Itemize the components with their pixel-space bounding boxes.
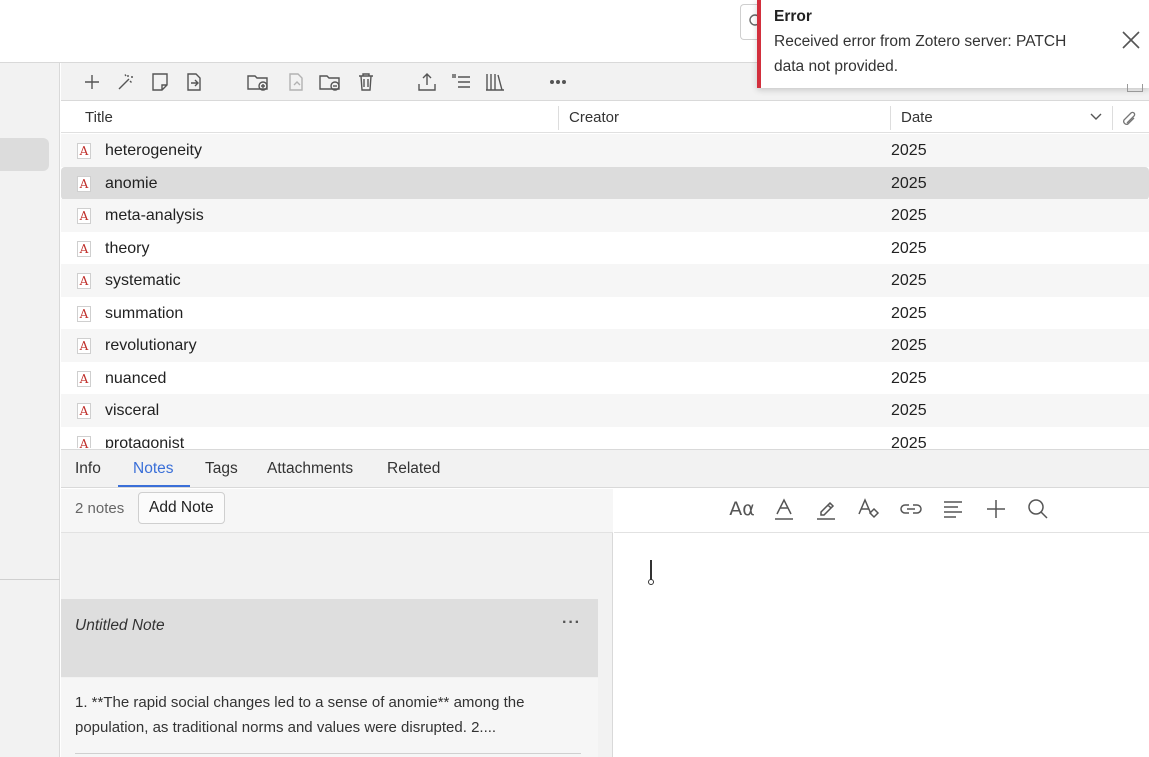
highlight-icon[interactable] — [811, 496, 841, 522]
pdf-icon: A — [77, 240, 91, 257]
add-note-button[interactable]: Add Note — [138, 492, 225, 524]
new-note-icon[interactable] — [147, 69, 173, 95]
item-title: revolutionary — [105, 337, 197, 354]
item-date: 2025 — [891, 142, 927, 159]
tab-attachments[interactable]: Attachments — [267, 460, 353, 478]
insert-icon[interactable] — [981, 496, 1011, 522]
column-title[interactable]: Title — [85, 109, 113, 126]
item-title: anomie — [105, 174, 158, 192]
item-title: theory — [105, 239, 150, 257]
sort-list-icon[interactable] — [448, 69, 474, 95]
sidebar-divider — [0, 579, 60, 580]
table-row[interactable]: Avisceral 2025 — [61, 394, 1149, 427]
text-format-icon[interactable]: Aα — [727, 496, 757, 522]
pdf-icon: A — [77, 403, 91, 419]
more-icon[interactable] — [545, 69, 571, 95]
clear-formatting-icon[interactable] — [853, 496, 883, 522]
attachment-column-icon[interactable] — [1122, 110, 1138, 128]
link-icon[interactable] — [896, 496, 926, 522]
tab-related[interactable]: Related — [387, 460, 440, 478]
error-message: Received error from Zotero server: PATCH… — [774, 33, 1067, 75]
active-tab-indicator — [118, 485, 190, 487]
find-icon[interactable] — [1023, 496, 1053, 522]
table-row[interactable]: Ameta-analysis 2025 — [61, 199, 1149, 232]
pdf-icon: A — [77, 338, 91, 354]
notes-count: 2 notes — [75, 500, 125, 517]
item-date: 2025 — [891, 434, 927, 449]
item-title: meta-analysis — [105, 207, 204, 224]
chevron-down-icon[interactable] — [1090, 113, 1102, 121]
note-more-icon[interactable]: ··· — [562, 614, 581, 632]
column-resize-handle[interactable] — [1112, 106, 1113, 130]
new-saved-search-icon — [283, 69, 309, 95]
trash-icon[interactable] — [353, 69, 379, 95]
item-date: 2025 — [891, 239, 927, 257]
library-icon[interactable] — [482, 69, 508, 95]
export-icon[interactable] — [414, 69, 440, 95]
note-preview-text: 1. **The rapid social changes led to a s… — [75, 694, 525, 736]
pdf-icon: A — [77, 435, 91, 448]
note-title: Untitled Note — [75, 617, 165, 634]
item-pane-tabs: Info Notes Tags Attachments Related — [61, 449, 1149, 488]
pane-toggle[interactable] — [1127, 84, 1143, 92]
add-attachment-icon[interactable] — [181, 69, 207, 95]
item-date: 2025 — [891, 402, 927, 419]
new-item-icon[interactable] — [79, 69, 105, 95]
item-title: systematic — [105, 272, 181, 289]
item-date: 2025 — [891, 337, 927, 354]
sidebar-selected-collection[interactable] — [0, 138, 49, 171]
note-item-selected[interactable] — [61, 599, 598, 677]
tab-notes[interactable]: Notes — [133, 460, 174, 478]
column-creator[interactable]: Creator — [569, 109, 619, 126]
text-cursor-handle — [648, 579, 654, 585]
table-row[interactable]: Aprotagonist 2025 — [61, 427, 1149, 449]
column-resize-handle[interactable] — [890, 106, 891, 130]
note-divider — [75, 753, 581, 754]
pdf-icon: A — [77, 273, 91, 289]
tab-tags[interactable]: Tags — [205, 460, 238, 478]
table-row[interactable]: Asystematic 2025 — [61, 264, 1149, 297]
remove-from-collection-icon[interactable] — [317, 69, 343, 95]
column-date[interactable]: Date — [901, 109, 933, 126]
column-header: Title Creator Date — [61, 102, 1149, 133]
pdf-icon: A — [77, 175, 91, 192]
new-collection-icon[interactable] — [245, 69, 271, 95]
table-row[interactable]: Arevolutionary 2025 — [61, 329, 1149, 362]
column-resize-handle[interactable] — [558, 106, 559, 130]
item-title: visceral — [105, 402, 160, 419]
item-title: heterogeneity — [105, 142, 202, 159]
tab-info[interactable]: Info — [75, 460, 101, 478]
item-title: protagonist — [105, 434, 185, 449]
pdf-icon: A — [77, 370, 91, 387]
pdf-icon: A — [77, 208, 91, 224]
align-text-icon[interactable] — [938, 496, 968, 522]
pdf-icon: A — [77, 305, 91, 322]
item-date: 2025 — [891, 272, 927, 289]
item-title: nuanced — [105, 369, 167, 387]
pdf-icon: A — [77, 143, 91, 159]
item-date: 2025 — [891, 369, 927, 387]
item-title: summation — [105, 304, 184, 322]
close-icon[interactable] — [1120, 29, 1142, 51]
table-row[interactable]: Asummation 2025 — [61, 297, 1149, 330]
error-title: Error — [774, 8, 812, 25]
table-row[interactable]: Aanomie 2025 — [61, 166, 1149, 200]
table-row[interactable]: Aheterogeneity 2025 — [61, 134, 1149, 167]
item-date: 2025 — [891, 304, 927, 322]
item-date: 2025 — [891, 174, 927, 192]
item-date: 2025 — [891, 207, 927, 224]
text-color-icon[interactable] — [769, 496, 799, 522]
table-row[interactable]: Atheory 2025 — [61, 232, 1149, 265]
table-row[interactable]: Anuanced 2025 — [61, 362, 1149, 395]
items-list: Aheterogeneity 2025 Aanomie 2025 Ameta-analy… — [61, 134, 1149, 448]
magic-wand-icon[interactable] — [113, 69, 139, 95]
